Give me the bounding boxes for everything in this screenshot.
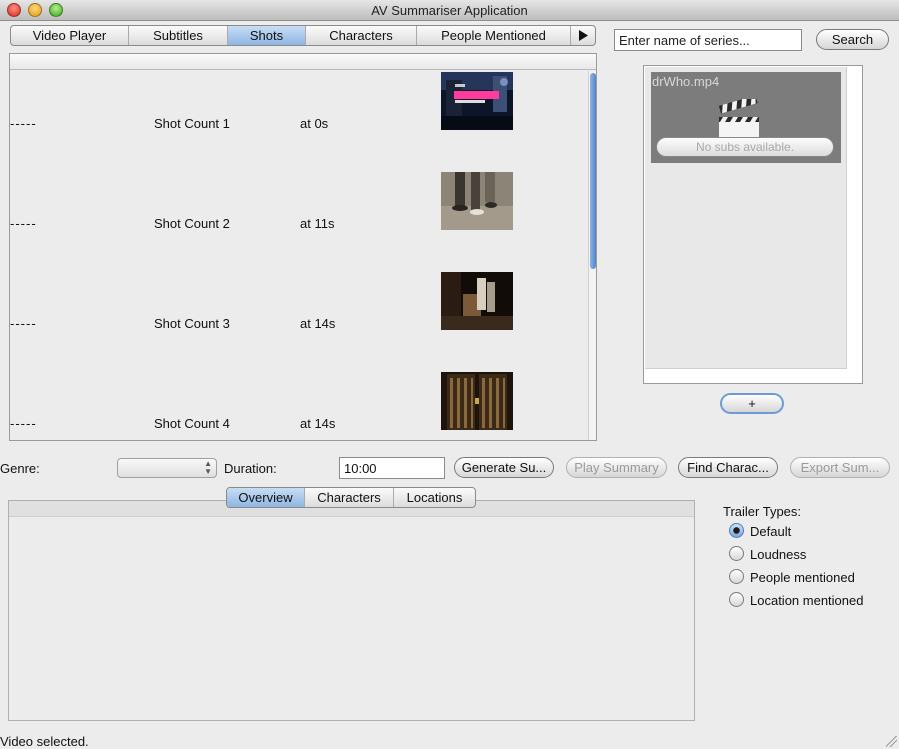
generate-summary-button[interactable]: Generate Su... bbox=[454, 457, 554, 478]
genre-label: Genre: bbox=[0, 461, 40, 476]
scrollbar-thumb[interactable] bbox=[590, 73, 596, 269]
shot-thumbnail bbox=[441, 72, 513, 130]
add-series-button[interactable]: + bbox=[720, 393, 784, 414]
shot-label: Shot Count 1 bbox=[154, 116, 230, 131]
shot-row[interactable]: ----- Shot Count 3 at 14s bbox=[10, 271, 588, 371]
export-summary-button: Export Sum... bbox=[790, 457, 890, 478]
radio-location-mentioned[interactable] bbox=[729, 592, 744, 607]
shot-dash: ----- bbox=[10, 416, 37, 431]
series-list[interactable]: drWho.mp4 No subs available. bbox=[643, 65, 863, 384]
radio-loudness-label: Loudness bbox=[750, 547, 807, 562]
search-button[interactable]: Search bbox=[816, 29, 889, 50]
shot-time: at 14s bbox=[300, 416, 336, 431]
details-tab-strip: Overview Characters Locations bbox=[226, 487, 476, 508]
tab-characters[interactable]: Characters bbox=[306, 26, 417, 45]
tab-bottom-characters[interactable]: Characters bbox=[305, 488, 394, 507]
shots-scrollbar[interactable] bbox=[588, 71, 596, 440]
shot-time: at 11s bbox=[300, 216, 335, 231]
radio-loudness[interactable] bbox=[729, 546, 744, 561]
title-bar: AV Summariser Application bbox=[0, 0, 899, 21]
status-text: Video selected. bbox=[0, 734, 89, 749]
tab-video-player[interactable]: Video Player bbox=[11, 26, 129, 45]
shot-dash: ----- bbox=[10, 316, 37, 331]
radio-default-label: Default bbox=[750, 524, 792, 539]
tab-locations[interactable]: Locations bbox=[394, 488, 475, 507]
shot-thumbnail bbox=[441, 172, 513, 230]
tab-subtitles[interactable]: Subtitles bbox=[129, 26, 228, 45]
clapperboard-icon bbox=[718, 99, 759, 139]
shot-row[interactable]: ----- Shot Count 2 at 11s bbox=[10, 171, 588, 271]
no-subs-badge: No subs available. bbox=[656, 137, 834, 157]
series-search-input[interactable] bbox=[614, 29, 802, 51]
duration-input[interactable] bbox=[339, 457, 445, 479]
shot-label: Shot Count 2 bbox=[154, 216, 230, 231]
tab-shots[interactable]: Shots bbox=[228, 26, 306, 45]
trailer-types-title: Trailer Types: bbox=[723, 504, 802, 519]
play-summary-button: Play Summary bbox=[566, 457, 667, 478]
shot-row[interactable]: ----- Shot Count 1 at 0s bbox=[10, 71, 588, 171]
tab-people-mentioned[interactable]: People Mentioned bbox=[417, 26, 571, 45]
radio-location-mentioned-label: Location mentioned bbox=[750, 593, 864, 608]
shot-label: Shot Count 4 bbox=[154, 416, 230, 431]
shot-label: Shot Count 3 bbox=[154, 316, 230, 331]
series-filename: drWho.mp4 bbox=[652, 74, 720, 89]
find-characters-button[interactable]: Find Charac... bbox=[678, 457, 778, 478]
shot-dash: ----- bbox=[10, 216, 37, 231]
tab-overflow-button[interactable] bbox=[571, 26, 595, 45]
shot-thumbnail bbox=[441, 272, 513, 330]
summary-details-panel bbox=[8, 500, 695, 721]
shots-list-header bbox=[10, 54, 596, 70]
radio-people-mentioned[interactable] bbox=[729, 569, 744, 584]
tab-overview[interactable]: Overview bbox=[227, 488, 305, 507]
shot-thumbnail bbox=[441, 372, 513, 430]
shot-dash: ----- bbox=[10, 116, 37, 131]
shots-list-panel[interactable]: ----- Shot Count 1 at 0s ----- Shot Coun… bbox=[9, 53, 597, 441]
radio-default[interactable] bbox=[729, 523, 744, 538]
series-list-content: drWho.mp4 No subs available. bbox=[645, 67, 847, 369]
radio-people-mentioned-label: People mentioned bbox=[750, 570, 855, 585]
shot-time: at 0s bbox=[300, 116, 329, 131]
select-stepper-icon: ▲ ▼ bbox=[204, 459, 212, 476]
genre-select[interactable]: ▲ ▼ bbox=[117, 458, 217, 478]
series-tile[interactable]: drWho.mp4 No subs available. bbox=[651, 72, 841, 163]
window-title: AV Summariser Application bbox=[371, 3, 528, 18]
resize-grip-icon[interactable] bbox=[886, 736, 897, 747]
right-triangle-icon bbox=[578, 30, 588, 41]
main-tab-strip: Video Player Subtitles Shots Characters … bbox=[10, 25, 596, 46]
shot-row[interactable]: ----- Shot Count 4 at 14s bbox=[10, 371, 588, 440]
duration-label: Duration: bbox=[224, 461, 277, 476]
shot-time: at 14s bbox=[300, 316, 336, 331]
